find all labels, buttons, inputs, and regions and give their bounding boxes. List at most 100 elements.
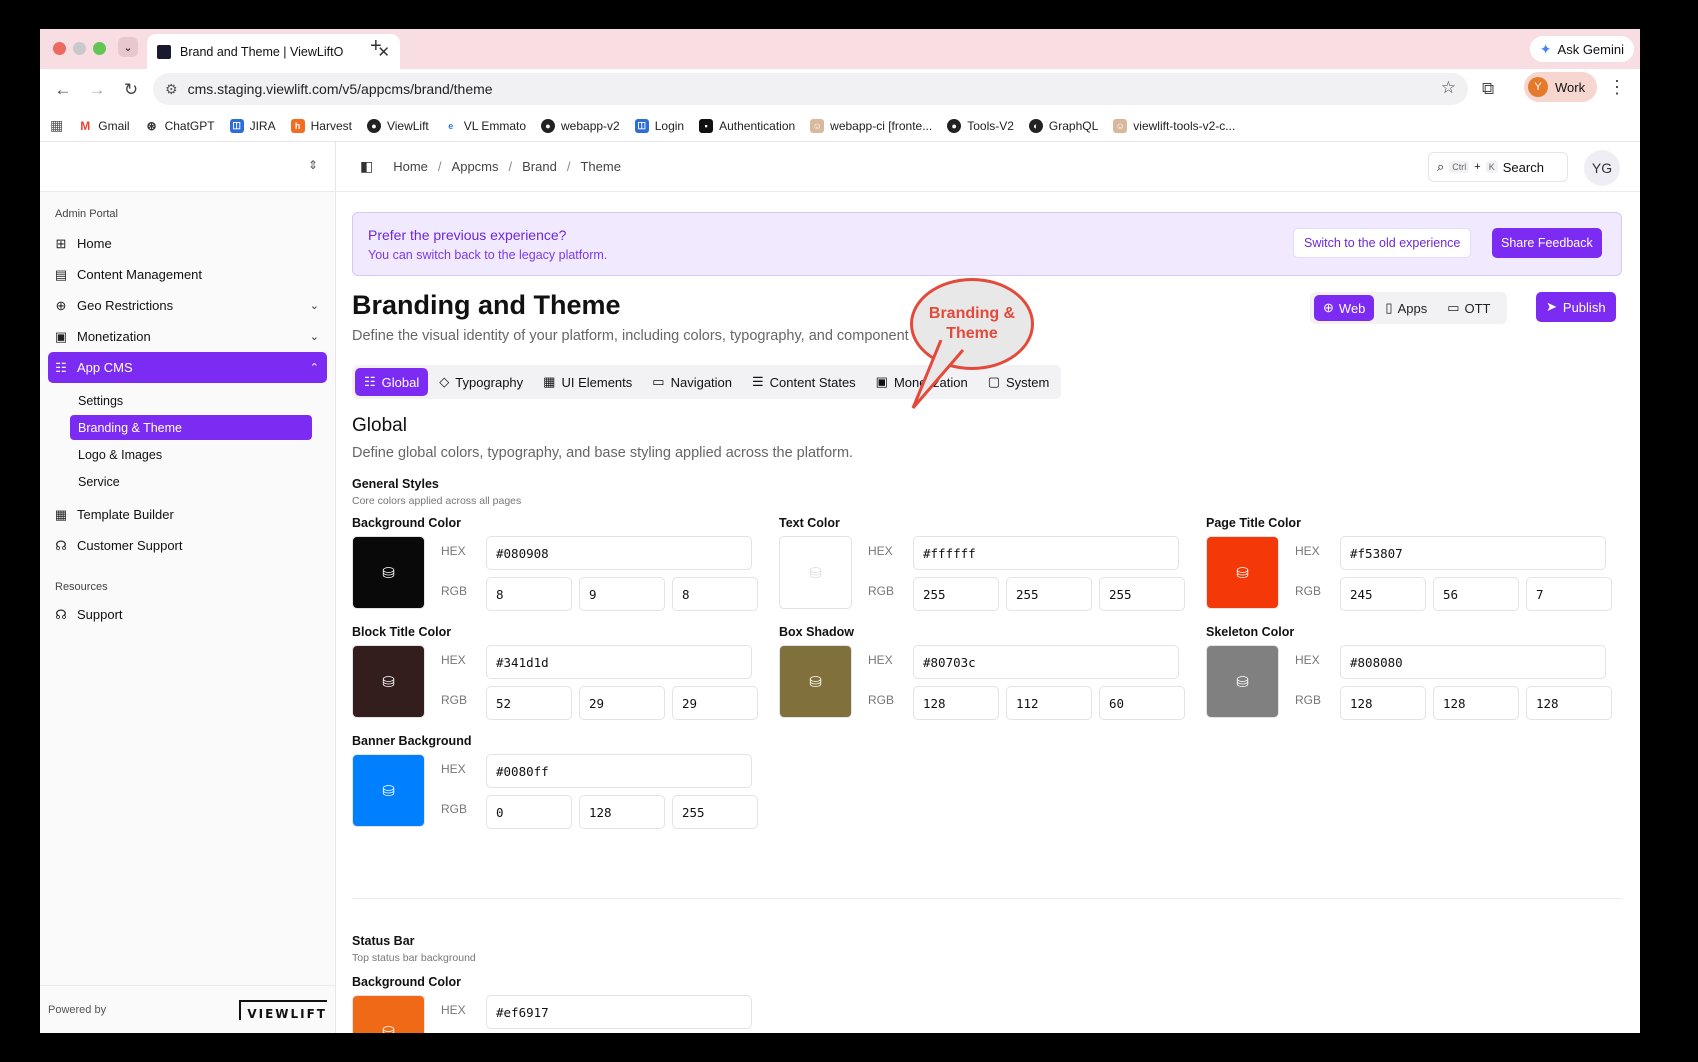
publish-button[interactable]: ➤ Publish <box>1536 292 1616 322</box>
color-swatch-picker-icon[interactable]: ⛁ <box>352 995 425 1033</box>
tab-global[interactable]: ☷ Global <box>355 368 429 396</box>
close-window-button[interactable] <box>53 42 66 55</box>
color-swatch-picker-icon[interactable]: ⛁ <box>352 645 425 718</box>
sidebar-item-content-management[interactable]: ▤ Content Management <box>48 259 327 290</box>
hex-input[interactable]: #808080 <box>1340 645 1606 679</box>
rgb-r-input[interactable]: 8 <box>486 577 572 611</box>
tab-system[interactable]: ▢ System <box>979 368 1059 396</box>
rgb-g-input[interactable]: 128 <box>579 795 665 829</box>
sidebar-item-app-cms[interactable]: ☷ App CMS ⌃ <box>48 352 327 383</box>
rgb-g-input[interactable]: 255 <box>1006 577 1092 611</box>
color-field-label: Text Color <box>779 516 840 530</box>
site-settings-icon[interactable]: ⚙ <box>165 81 178 98</box>
rgb-r-input[interactable]: 245 <box>1340 577 1426 611</box>
color-swatch-picker-icon[interactable]: ⛁ <box>352 754 425 827</box>
sidebar-item-geo-restrictions[interactable]: ⊕ Geo Restrictions ⌄ <box>48 290 327 321</box>
color-swatch-picker-icon[interactable]: ⛁ <box>1206 645 1279 718</box>
sidebar-subitem-branding-theme[interactable]: Branding & Theme <box>70 415 312 440</box>
bookmark-login[interactable]: ◫ Login <box>634 118 684 133</box>
rgb-g-input[interactable]: 9 <box>579 577 665 611</box>
sidebar-toggle-icon[interactable]: ◧ <box>360 158 373 175</box>
minimize-window-button[interactable] <box>73 42 86 55</box>
rgb-r-input[interactable]: 128 <box>1340 686 1426 720</box>
bookmark-tools-v2[interactable]: ● Tools-V2 <box>947 118 1014 133</box>
tab-search-chevron-icon[interactable]: ⌄ <box>118 37 138 57</box>
color-swatch-picker-icon[interactable]: ⛁ <box>779 645 852 718</box>
tab-typography[interactable]: ◇ Typography <box>430 368 532 396</box>
reload-icon[interactable]: ↻ <box>114 73 148 107</box>
rgb-b-input[interactable]: 8 <box>672 577 758 611</box>
hex-input[interactable]: #0080ff <box>486 754 752 788</box>
sidebar-subitem-service[interactable]: Service <box>70 469 312 494</box>
rgb-r-input[interactable]: 255 <box>913 577 999 611</box>
platform-apps-button[interactable]: ▯ Apps <box>1376 295 1436 321</box>
apps-grid-icon[interactable]: ▦ <box>50 117 63 134</box>
rgb-b-input[interactable]: 7 <box>1526 577 1612 611</box>
color-swatch-picker-icon[interactable]: ⛁ <box>1206 536 1279 609</box>
ask-gemini-button[interactable]: ✦ Ask Gemini <box>1529 36 1634 62</box>
bookmark-graphql[interactable]: ◐ GraphQL <box>1028 118 1098 133</box>
bookmark-vl-emmato[interactable]: e VL Emmato <box>443 118 526 133</box>
breadcrumb-appcms[interactable]: Appcms <box>452 159 499 174</box>
rgb-b-input[interactable]: 29 <box>672 686 758 720</box>
address-bar[interactable]: ⚙ cms.staging.viewlift.com/v5/appcms/bra… <box>153 73 1468 105</box>
hex-input[interactable]: #341d1d <box>486 645 752 679</box>
back-arrow-icon[interactable]: ← <box>46 73 80 107</box>
chevron-updown-icon[interactable]: ⇕ <box>308 158 318 172</box>
rgb-r-input[interactable]: 52 <box>486 686 572 720</box>
forward-arrow-icon[interactable]: → <box>80 73 114 107</box>
rgb-g-input[interactable]: 29 <box>579 686 665 720</box>
hex-input[interactable]: #ef6917 <box>486 995 752 1029</box>
sidebar-subitem-settings[interactable]: Settings <box>70 388 312 413</box>
sidebar-subitem-logo-images[interactable]: Logo & Images <box>70 442 312 467</box>
bookmark-viewlift-tools[interactable]: ☺ viewlift-tools-v2-c... <box>1113 118 1235 133</box>
rgb-g-input[interactable]: 56 <box>1433 577 1519 611</box>
rgb-g-input[interactable]: 112 <box>1006 686 1092 720</box>
extensions-puzzle-icon[interactable]: ⧉ <box>1482 79 1494 99</box>
bookmark-webapp-ci[interactable]: ☺ webapp-ci [fronte... <box>810 118 932 133</box>
platform-ott-button[interactable]: ▭ OTT <box>1438 295 1499 321</box>
sidebar-item-customer-support[interactable]: ☊ Customer Support <box>48 530 327 561</box>
bookmark-authentication[interactable]: ▪ Authentication <box>699 118 795 133</box>
rgb-b-input[interactable]: 255 <box>672 795 758 829</box>
tab-ui-elements[interactable]: ▦ UI Elements <box>534 368 641 396</box>
profile-button[interactable]: Y Work <box>1524 72 1598 102</box>
tab-content-states[interactable]: ☰ Content States <box>743 368 865 396</box>
rgb-b-input[interactable]: 128 <box>1526 686 1612 720</box>
bookmark-star-icon[interactable]: ☆ <box>1441 78 1456 98</box>
new-tab-icon[interactable]: + <box>370 35 382 58</box>
maximize-window-button[interactable] <box>93 42 106 55</box>
search-button[interactable]: ⌕ Ctrl + K Search <box>1428 152 1568 182</box>
user-avatar[interactable]: YG <box>1584 150 1620 186</box>
bookmark-gmail[interactable]: M Gmail <box>78 118 130 133</box>
switch-old-experience-button[interactable]: Switch to the old experience <box>1293 228 1472 258</box>
bookmark-harvest[interactable]: h Harvest <box>290 118 352 133</box>
workspace-switcher[interactable]: ⇕ <box>40 142 335 192</box>
sidebar-item-monetization[interactable]: ▣ Monetization ⌄ <box>48 321 327 352</box>
share-feedback-button[interactable]: Share Feedback <box>1492 228 1602 258</box>
rgb-r-input[interactable]: 0 <box>486 795 572 829</box>
sidebar-item-support[interactable]: ☊ Support <box>48 599 327 630</box>
browser-tab[interactable]: Brand and Theme | ViewLiftO ✕ <box>147 34 400 69</box>
bookmark-viewlift[interactable]: ● ViewLift <box>366 118 429 133</box>
rgb-r-input[interactable]: 128 <box>913 686 999 720</box>
breadcrumb-home[interactable]: Home <box>393 159 428 174</box>
hex-input[interactable]: #80703c <box>913 645 1179 679</box>
rgb-g-input[interactable]: 128 <box>1433 686 1519 720</box>
browser-menu-icon[interactable]: ⋮ <box>1608 77 1626 98</box>
bookmark-webapp-v2[interactable]: ● webapp-v2 <box>541 118 620 133</box>
sidebar-item-template-builder[interactable]: ▦ Template Builder <box>48 499 327 530</box>
sidebar-item-home[interactable]: ⊞ Home <box>48 228 327 259</box>
color-swatch-picker-icon[interactable]: ⛁ <box>352 536 425 609</box>
hex-input[interactable]: #080908 <box>486 536 752 570</box>
tab-navigation[interactable]: ▭ Navigation <box>643 368 741 396</box>
hex-input[interactable]: #ffffff <box>913 536 1179 570</box>
color-swatch-picker-icon[interactable]: ⛁ <box>779 536 852 609</box>
rgb-b-input[interactable]: 60 <box>1099 686 1185 720</box>
rgb-b-input[interactable]: 255 <box>1099 577 1185 611</box>
platform-web-button[interactable]: ⊕ Web <box>1314 295 1375 321</box>
bookmark-jira[interactable]: ◫ JIRA <box>229 118 276 133</box>
bookmark-chatgpt[interactable]: ⊛ ChatGPT <box>144 118 215 133</box>
breadcrumb-brand[interactable]: Brand <box>522 159 557 174</box>
hex-input[interactable]: #f53807 <box>1340 536 1606 570</box>
